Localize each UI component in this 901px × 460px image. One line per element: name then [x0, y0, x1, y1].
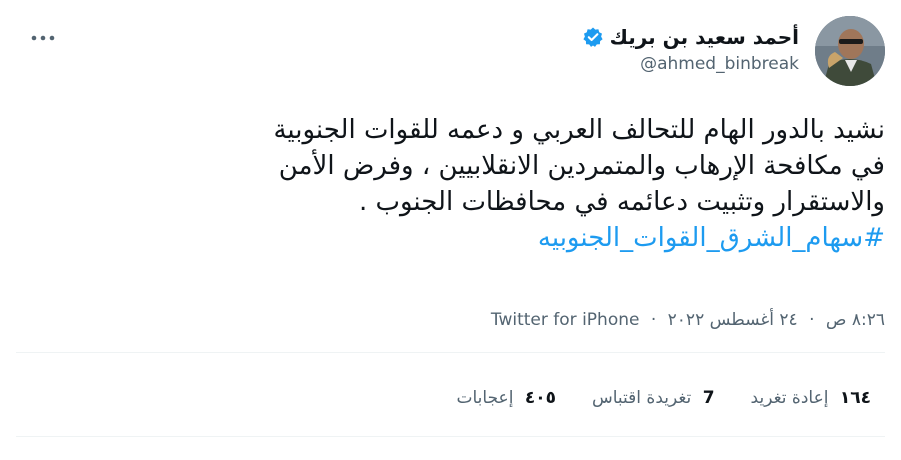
divider: [16, 352, 885, 353]
quotes-label: تغريدة اقتباس: [591, 388, 692, 408]
tweet-time[interactable]: ٨:٢٦ ص: [826, 310, 885, 330]
hashtag-link[interactable]: #سهام_الشرق_القوات_الجنوبيه: [538, 220, 885, 256]
quotes-count: 7: [702, 388, 715, 408]
tweet-source[interactable]: Twitter for iPhone: [491, 310, 640, 330]
tweet-text-line: والاستقرار وتثبيت دعائمه في محافظات الجن…: [358, 187, 885, 217]
likes-stat[interactable]: ٤٠٥ إعجابات: [456, 388, 555, 408]
retweets-count: ١٦٤: [839, 388, 871, 408]
more-button[interactable]: [26, 26, 60, 50]
likes-count: ٤٠٥: [524, 388, 556, 408]
name-row: أحمد سعيد بن بريك: [582, 22, 799, 52]
avatar[interactable]: [815, 16, 885, 86]
retweets-label: إعادة تغريد: [750, 388, 829, 408]
tweet-text-line: نشيد بالدور الهام للتحالف العربي و دعمه …: [273, 115, 885, 145]
retweets-stat[interactable]: ١٦٤ إعادة تغريد: [751, 388, 871, 408]
tweet-text: نشيد بالدور الهام للتحالف العربي و دعمه …: [30, 112, 885, 256]
more-dots-icon: [31, 35, 55, 41]
tweet-card: أحمد سعيد بن بريك @ahmed_binbreak نشيد ب…: [0, 0, 901, 460]
user-block: أحمد سعيد بن بريك @ahmed_binbreak: [582, 22, 799, 74]
user-handle[interactable]: @ahmed_binbreak: [582, 54, 799, 74]
divider: [16, 436, 885, 437]
tweet-meta: ٨:٢٦ ص · ٢٤ أغسطس ٢٠٢٢ · Twitter for iPh…: [491, 310, 885, 330]
tweet-text-line: في مكافحة الإرهاب والمتمردين الانقلابيين…: [278, 151, 885, 181]
display-name[interactable]: أحمد سعيد بن بريك: [610, 25, 799, 49]
meta-separator: ·: [650, 310, 657, 330]
meta-separator: ·: [809, 310, 815, 330]
quotes-stat[interactable]: 7 تغريدة اقتباس: [592, 388, 715, 408]
avatar-image: [815, 16, 885, 86]
tweet-date[interactable]: ٢٤ أغسطس ٢٠٢٢: [668, 310, 798, 330]
verified-badge-icon: [582, 26, 604, 48]
likes-label: إعجابات: [456, 388, 514, 408]
tweet-header: أحمد سعيد بن بريك @ahmed_binbreak: [16, 16, 885, 96]
tweet-stats: ١٦٤ إعادة تغريد 7 تغريدة اقتباس ٤٠٥ إعجا…: [456, 388, 871, 408]
